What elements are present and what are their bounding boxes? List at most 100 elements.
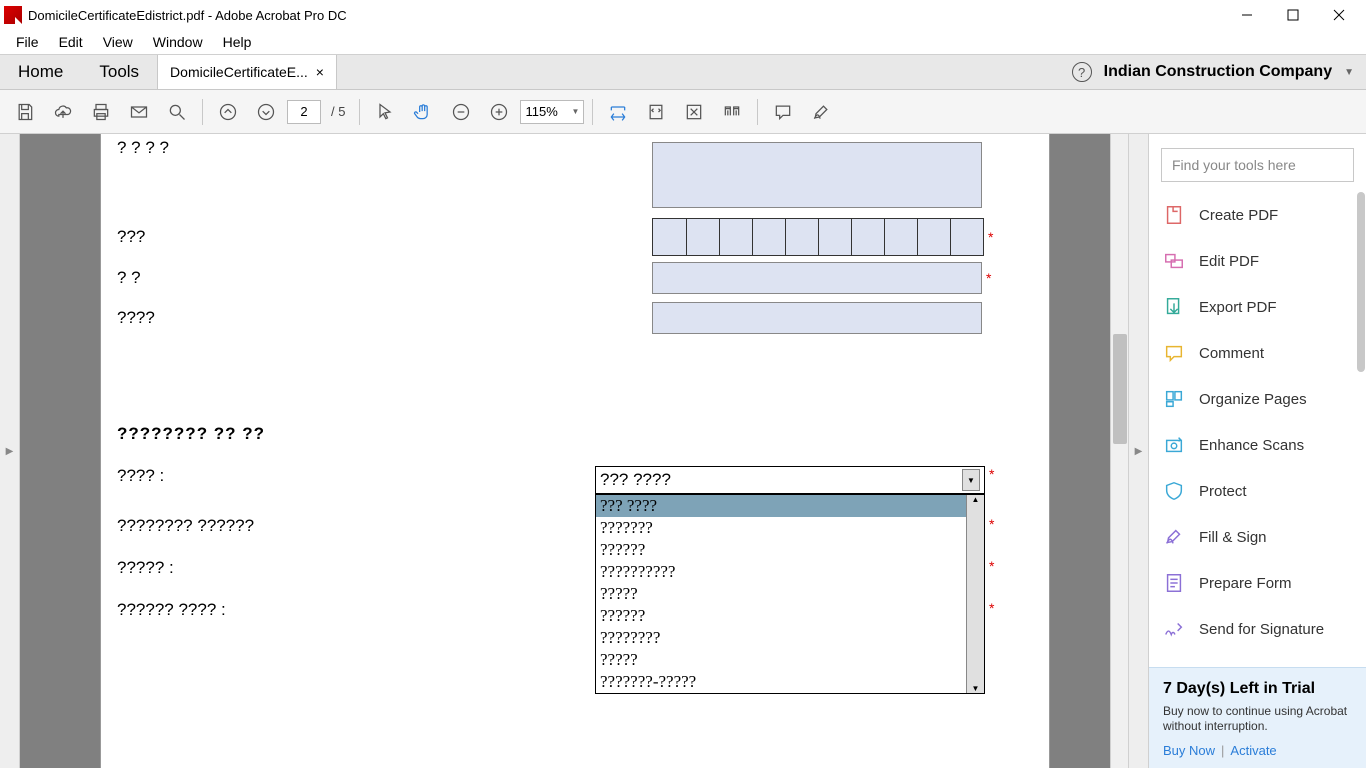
required-marker: * <box>989 516 994 532</box>
form-label: ?????? ???? : <box>117 600 595 620</box>
acrobat-icon <box>4 6 22 24</box>
comment-button[interactable] <box>766 95 800 129</box>
document-viewport[interactable]: ? ? ? ? ???* ? ?* ???? ???????? ?? ?? ??… <box>20 134 1110 768</box>
dropdown-option[interactable]: ???????-????? <box>596 671 984 693</box>
dropdown-option[interactable]: ?????? <box>596 539 984 561</box>
dropdown-option[interactable]: ?????????? <box>596 561 984 583</box>
tools-list: Create PDF Edit PDF Export PDF Comment O… <box>1149 192 1366 667</box>
form-textarea[interactable] <box>652 142 982 208</box>
account-area: ? Indian Construction Company ▼ <box>1060 55 1366 89</box>
form-label: ? ? <box>117 268 652 288</box>
form-segmented-input[interactable] <box>652 218 984 256</box>
menu-view[interactable]: View <box>93 32 143 52</box>
menu-edit[interactable]: Edit <box>49 32 93 52</box>
required-marker: * <box>986 270 991 286</box>
tools-search-input[interactable]: Find your tools here <box>1161 148 1354 182</box>
tool-organize-pages[interactable]: Organize Pages <box>1149 376 1366 422</box>
title-bar: DomicileCertificateEdistrict.pdf - Adobe… <box>0 0 1366 30</box>
hand-tool-button[interactable] <box>406 95 440 129</box>
fit-page-button[interactable] <box>639 95 673 129</box>
required-marker: * <box>988 229 993 245</box>
search-button[interactable] <box>160 95 194 129</box>
tab-document-label: DomicileCertificateE... <box>170 64 308 80</box>
account-name[interactable]: Indian Construction Company <box>1104 63 1332 81</box>
pointer-tool-button[interactable] <box>368 95 402 129</box>
form-input[interactable] <box>652 262 982 294</box>
page-total-label: / 5 <box>325 104 351 119</box>
tool-protect[interactable]: Protect <box>1149 468 1366 514</box>
prev-page-button[interactable] <box>211 95 245 129</box>
tool-enhance-scans[interactable]: Enhance Scans <box>1149 422 1366 468</box>
chevron-down-icon: ▼ <box>572 107 580 116</box>
search-placeholder: Find your tools here <box>1172 157 1296 173</box>
form-label: ???????? ?????? <box>117 516 595 536</box>
tool-edit-pdf[interactable]: Edit PDF <box>1149 238 1366 284</box>
form-input[interactable] <box>652 302 982 334</box>
fit-width-button[interactable] <box>601 95 635 129</box>
tab-home[interactable]: Home <box>0 55 81 89</box>
required-marker: * <box>989 600 994 616</box>
mail-button[interactable] <box>122 95 156 129</box>
dropdown-option[interactable]: ??? ???? <box>596 495 984 517</box>
zoom-in-button[interactable] <box>482 95 516 129</box>
zoom-value: 115% <box>525 104 557 119</box>
close-button[interactable] <box>1316 0 1362 30</box>
trial-banner: 7 Day(s) Left in Trial Buy now to contin… <box>1149 667 1366 768</box>
sign-button[interactable] <box>804 95 838 129</box>
fullscreen-button[interactable] <box>677 95 711 129</box>
zoom-select[interactable]: 115% ▼ <box>520 100 584 124</box>
tool-comment[interactable]: Comment <box>1149 330 1366 376</box>
tools-pane: Find your tools here Create PDF Edit PDF… <box>1148 134 1366 768</box>
main-area: ▶ ? ? ? ? ???* ? ?* ???? ???????? ?? ?? … <box>0 134 1366 768</box>
menu-help[interactable]: Help <box>213 32 262 52</box>
dropdown-option[interactable]: ????? <box>596 583 984 605</box>
tool-fill-sign[interactable]: Fill & Sign <box>1149 514 1366 560</box>
tool-prepare-form[interactable]: Prepare Form <box>1149 560 1366 606</box>
page-number-input[interactable] <box>287 100 321 124</box>
dropdown-option[interactable]: ???????? <box>596 627 984 649</box>
tab-document[interactable]: DomicileCertificateE... × <box>157 55 337 89</box>
print-button[interactable] <box>84 95 118 129</box>
cloud-button[interactable] <box>46 95 80 129</box>
vertical-scrollbar[interactable] <box>1110 134 1128 768</box>
menu-window[interactable]: Window <box>143 32 213 52</box>
minimize-button[interactable] <box>1224 0 1270 30</box>
tab-bar: Home Tools DomicileCertificateE... × ? I… <box>0 54 1366 90</box>
form-label: ????? : <box>117 558 595 578</box>
dropdown-scrollbar[interactable]: ▲▼ <box>966 495 984 693</box>
zoom-out-button[interactable] <box>444 95 478 129</box>
separator <box>202 99 203 125</box>
save-button[interactable] <box>8 95 42 129</box>
read-mode-button[interactable] <box>715 95 749 129</box>
tool-send-signature[interactable]: Send for Signature <box>1149 606 1366 652</box>
pdf-page: ? ? ? ? ???* ? ?* ???? ???????? ?? ?? ??… <box>100 134 1050 768</box>
tools-scrollbar[interactable] <box>1356 192 1366 667</box>
section-heading: ???????? ?? ?? <box>117 424 1033 444</box>
next-page-button[interactable] <box>249 95 283 129</box>
window-controls <box>1224 0 1362 30</box>
help-icon[interactable]: ? <box>1072 62 1092 82</box>
buy-now-link[interactable]: Buy Now <box>1163 743 1215 758</box>
chevron-down-icon[interactable]: ▼ <box>962 469 980 491</box>
dropdown-option[interactable]: ??????? <box>596 517 984 539</box>
menu-file[interactable]: File <box>6 32 49 52</box>
left-panel-toggle[interactable]: ▶ <box>0 134 20 768</box>
activate-link[interactable]: Activate <box>1230 743 1276 758</box>
form-dropdown[interactable]: ??? ???? ▼ <box>595 466 985 494</box>
trial-subtitle: Buy now to continue using Acrobat withou… <box>1163 704 1352 735</box>
tool-create-pdf[interactable]: Create PDF <box>1149 192 1366 238</box>
required-marker: * <box>989 558 994 574</box>
form-label: ???? <box>117 308 652 328</box>
scrollbar-thumb[interactable] <box>1357 192 1365 372</box>
tool-export-pdf[interactable]: Export PDF <box>1149 284 1366 330</box>
right-panel-toggle[interactable]: ▶ <box>1128 134 1148 768</box>
maximize-button[interactable] <box>1270 0 1316 30</box>
chevron-down-icon[interactable]: ▼ <box>1344 67 1354 78</box>
form-label: ??? <box>117 227 652 247</box>
tab-close-icon[interactable]: × <box>316 64 324 80</box>
dropdown-option[interactable]: ?????? <box>596 605 984 627</box>
separator <box>757 99 758 125</box>
scrollbar-thumb[interactable] <box>1113 334 1127 444</box>
dropdown-option[interactable]: ????? <box>596 649 984 671</box>
tab-tools[interactable]: Tools <box>81 55 157 89</box>
